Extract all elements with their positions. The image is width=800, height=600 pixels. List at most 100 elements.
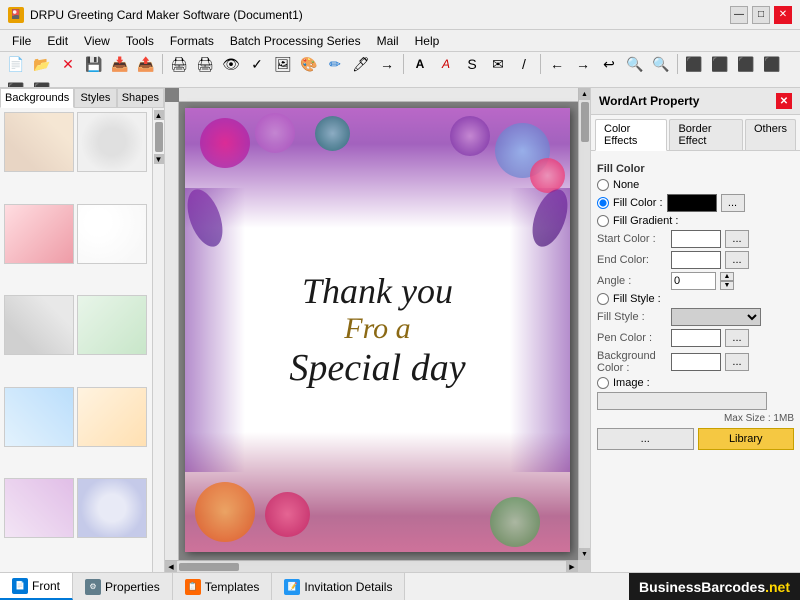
menu-mail[interactable]: Mail — [369, 32, 407, 50]
menu-help[interactable]: Help — [407, 32, 448, 50]
minimize-button[interactable]: — — [730, 6, 748, 24]
fill-style-radio[interactable] — [597, 293, 609, 305]
tb-save2[interactable]: 📥 — [108, 52, 132, 76]
list-item[interactable] — [4, 112, 74, 172]
canvas-vscroll[interactable]: ▲ ▼ — [578, 88, 590, 560]
list-item[interactable] — [77, 295, 147, 355]
maximize-button[interactable]: □ — [752, 6, 770, 24]
fill-color-radio[interactable] — [597, 197, 609, 209]
bg-color-swatch[interactable] — [671, 353, 721, 371]
tb-arrow[interactable]: → — [375, 52, 399, 76]
titlebar-controls[interactable]: — □ ✕ — [730, 6, 792, 24]
tb-extra4[interactable]: ⬛ — [760, 52, 784, 76]
tb-new[interactable]: 📄 — [4, 52, 28, 76]
list-item[interactable] — [4, 478, 74, 538]
list-item[interactable] — [4, 295, 74, 355]
tb-open[interactable]: 📂 — [30, 52, 54, 76]
menu-tools[interactable]: Tools — [118, 32, 162, 50]
tb-pen[interactable]: 🖊 — [349, 52, 373, 76]
tb-line[interactable]: / — [512, 52, 536, 76]
tab-invitation-details[interactable]: 📝 Invitation Details — [272, 573, 405, 600]
tb-extra2[interactable]: ⬛ — [708, 52, 732, 76]
tab-shapes[interactable]: Shapes — [117, 88, 164, 107]
scroll-thumb[interactable] — [155, 122, 163, 152]
tb-shape[interactable]: S — [460, 52, 484, 76]
list-item[interactable] — [77, 387, 147, 447]
tb-zoom-in[interactable]: 🔍 — [623, 52, 647, 76]
fill-color-browse-button[interactable]: ... — [721, 194, 745, 212]
tab-backgrounds[interactable]: Backgrounds — [0, 88, 74, 108]
canvas-area[interactable]: ▲ ▼ ◀ ▶ — [165, 88, 590, 572]
tb-pencil[interactable]: ✏ — [323, 52, 347, 76]
start-color-swatch — [671, 230, 721, 248]
left-panel: Backgrounds Styles Shapes ▲ ▼ — [0, 88, 165, 572]
tab-others[interactable]: Others — [745, 119, 796, 150]
tb-back[interactable]: ← — [545, 52, 569, 76]
tb-wordart[interactable]: A — [434, 52, 458, 76]
menu-batch-processing[interactable]: Batch Processing Series — [222, 32, 369, 50]
tb-undo[interactable]: ↩ — [597, 52, 621, 76]
angle-input[interactable]: 0 — [671, 272, 716, 290]
tb-save[interactable]: 💾 — [82, 52, 106, 76]
tb-zoom-out[interactable]: 🔍 — [649, 52, 673, 76]
tab-templates[interactable]: 📋 Templates — [173, 573, 273, 600]
tb-print[interactable]: 🖨 — [167, 52, 191, 76]
tb-email[interactable]: ✉ — [486, 52, 510, 76]
scroll-up-arrow[interactable]: ▲ — [154, 110, 164, 120]
image-path-input[interactable] — [597, 392, 767, 410]
fill-color-swatch[interactable] — [667, 194, 717, 212]
hscroll-left[interactable]: ◀ — [165, 561, 177, 573]
image-radio[interactable] — [597, 377, 609, 389]
list-item[interactable] — [77, 478, 147, 538]
vscroll-up[interactable]: ▲ — [579, 88, 591, 100]
tab-properties[interactable]: ⚙ Properties — [73, 573, 173, 600]
library-button[interactable]: Library — [698, 428, 795, 450]
tab-border-effect[interactable]: Border Effect — [669, 119, 743, 150]
tab-color-effects[interactable]: Color Effects — [595, 119, 667, 151]
hscroll-thumb[interactable] — [179, 563, 239, 571]
none-radio[interactable] — [597, 179, 609, 191]
tb-forward[interactable]: → — [571, 52, 595, 76]
tb-color[interactable]: 🎨 — [297, 52, 321, 76]
bg-color-label: Background Color : — [597, 350, 667, 374]
fill-gradient-radio[interactable] — [597, 215, 609, 227]
vscroll-down[interactable]: ▼ — [579, 548, 591, 560]
tb-extra3[interactable]: ⬛ — [734, 52, 758, 76]
image-action-button[interactable]: ... — [597, 428, 694, 450]
tb-save3[interactable]: 📤 — [134, 52, 158, 76]
start-color-browse-button[interactable]: ... — [725, 230, 749, 248]
menu-formats[interactable]: Formats — [162, 32, 222, 50]
tb-image[interactable]: 🖼 — [271, 52, 295, 76]
fill-style-select[interactable] — [671, 308, 761, 326]
tab-front[interactable]: 📄 Front — [0, 573, 73, 600]
menu-view[interactable]: View — [76, 32, 118, 50]
tb-print2[interactable]: 🖨 — [193, 52, 217, 76]
tb-preview[interactable]: 👁 — [219, 52, 243, 76]
end-color-browse-button[interactable]: ... — [725, 251, 749, 269]
tab-styles[interactable]: Styles — [74, 88, 116, 107]
scroll-down-arrow[interactable]: ▼ — [154, 154, 164, 164]
angle-spin-down[interactable]: ▼ — [720, 281, 734, 290]
tb-extra5[interactable]: ⬛ — [4, 78, 28, 88]
tb-check[interactable]: ✓ — [245, 52, 269, 76]
list-item[interactable] — [77, 112, 147, 172]
vscroll-thumb[interactable] — [581, 102, 589, 142]
hscroll-right[interactable]: ▶ — [566, 561, 578, 573]
tb-close-red[interactable]: ✕ — [56, 52, 80, 76]
left-scrollbar[interactable]: ▲ ▼ — [152, 108, 164, 572]
list-item[interactable] — [77, 204, 147, 264]
bg-color-browse-button[interactable]: ... — [725, 353, 749, 371]
tb-extra1[interactable]: ⬛ — [682, 52, 706, 76]
angle-spin-up[interactable]: ▲ — [720, 272, 734, 281]
close-button[interactable]: ✕ — [774, 6, 792, 24]
list-item[interactable] — [4, 387, 74, 447]
tb-text[interactable]: A — [408, 52, 432, 76]
list-item[interactable] — [4, 204, 74, 264]
canvas-hscroll[interactable]: ◀ ▶ — [165, 560, 578, 572]
panel-close-button[interactable]: ✕ — [776, 93, 792, 109]
tb-extra6[interactable]: ⬛ — [30, 78, 54, 88]
pen-color-browse-button[interactable]: ... — [725, 329, 749, 347]
pen-color-swatch[interactable] — [671, 329, 721, 347]
menu-edit[interactable]: Edit — [39, 32, 76, 50]
menu-file[interactable]: File — [4, 32, 39, 50]
